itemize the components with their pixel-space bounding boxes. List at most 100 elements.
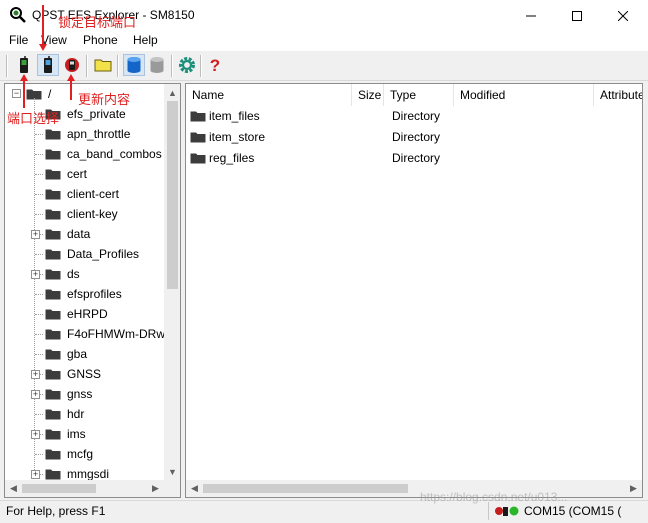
tree-item[interactable]: client-cert (5, 184, 164, 204)
folder-icon (45, 229, 61, 240)
tree-label: efs_private (67, 107, 126, 121)
status-port-text: COM15 (COM15 ( (524, 504, 622, 518)
expand-icon[interactable]: + (31, 470, 40, 479)
tree-item[interactable]: F4oFHMWm-DRw (5, 324, 165, 344)
open-folder-button[interactable] (92, 54, 114, 76)
settings-gear-icon (179, 57, 195, 73)
tree-item[interactable]: hdr (5, 404, 164, 424)
maximize-button[interactable] (554, 0, 600, 31)
tree-horizontal-scrollbar[interactable]: ◀ ▶ (5, 480, 164, 497)
scroll-left-arrow-icon[interactable]: ◀ (5, 480, 22, 497)
tree-label: / (48, 87, 52, 101)
folder-icon (45, 309, 61, 320)
tree-item[interactable]: client-key (5, 204, 164, 224)
folder-icon (45, 169, 61, 180)
tree-item[interactable]: ca_band_combos (5, 144, 164, 164)
tree-vertical-scrollbar[interactable]: ▲ ▼ (164, 84, 180, 480)
scroll-left-arrow-icon[interactable]: ◀ (186, 480, 203, 497)
folder-icon (45, 409, 61, 420)
tree-branch-line (35, 134, 43, 135)
folder-icon (45, 329, 61, 340)
database-gray-icon (150, 57, 164, 73)
tree-item[interactable]: + ds (5, 264, 164, 284)
tree-item[interactable]: eHRPD (5, 304, 164, 324)
tree-item[interactable]: + data (5, 224, 164, 244)
tree-item[interactable]: + ims (5, 424, 164, 444)
tree-item[interactable]: gba (5, 344, 164, 364)
tree-scroll-thumb[interactable] (167, 101, 178, 289)
collapse-icon[interactable]: − (12, 89, 21, 98)
tree-item[interactable]: efsprofiles (5, 284, 164, 304)
tree-item[interactable]: mcfg (5, 444, 164, 464)
expand-icon[interactable]: + (31, 390, 40, 399)
close-button[interactable] (600, 0, 646, 31)
column-modified[interactable]: Modified (454, 84, 594, 106)
menu-phone[interactable]: Phone (83, 33, 118, 47)
tree-branch-line (35, 174, 43, 175)
list-horizontal-scrollbar[interactable]: ◀ ▶ (186, 480, 642, 497)
database-button[interactable] (123, 54, 145, 76)
tree-branch-line (35, 154, 43, 155)
list-cell-name: item_store (209, 130, 266, 144)
tree-item[interactable]: apn_throttle (5, 124, 164, 144)
tree-branch-line (35, 414, 43, 415)
menu-help[interactable]: Help (133, 33, 158, 47)
lock-port-button[interactable] (37, 54, 59, 76)
settings-button[interactable] (176, 54, 198, 76)
list-cell-type: Directory (392, 151, 441, 165)
column-size[interactable]: Size (352, 84, 384, 106)
tree-branch-line (35, 314, 43, 315)
folder-icon (45, 189, 61, 200)
tree-label: ca_band_combos (67, 147, 162, 161)
scroll-right-arrow-icon[interactable]: ▶ (625, 480, 642, 497)
list-hscroll-thumb[interactable] (203, 484, 408, 493)
annotation-arrow (42, 5, 44, 45)
close-icon (618, 10, 628, 21)
refresh-button[interactable] (61, 54, 83, 76)
column-name[interactable]: Name (186, 84, 352, 106)
list-row[interactable]: item_files Directory (186, 106, 642, 126)
list-row[interactable]: item_store Directory (186, 127, 642, 147)
folder-icon (45, 129, 61, 140)
column-attributes[interactable]: Attributes (594, 84, 642, 106)
tree-branch-line (35, 294, 43, 295)
folder-icon (190, 153, 206, 164)
menu-file[interactable]: File (9, 33, 28, 47)
folder-tree[interactable]: − / efs_private apn_throttle ca_band_combosc… (4, 83, 181, 498)
file-list[interactable]: Name Size Type Modified Attributes item_… (185, 83, 643, 498)
scroll-up-arrow-icon[interactable]: ▲ (164, 84, 180, 101)
folder-icon (190, 111, 206, 122)
app-icon (10, 7, 26, 23)
tree-item[interactable]: + gnss (5, 384, 164, 404)
expand-icon[interactable]: + (31, 230, 40, 239)
folder-icon (45, 449, 61, 460)
expand-icon[interactable]: + (31, 430, 40, 439)
column-type[interactable]: Type (384, 84, 454, 106)
scroll-down-arrow-icon[interactable]: ▼ (164, 463, 180, 480)
annotation-lock-port: 锁定目标端口 (58, 16, 137, 31)
list-row[interactable]: reg_files Directory (186, 148, 642, 168)
tree-label: Data_Profiles (67, 247, 140, 261)
tree-hscroll-thumb[interactable] (22, 484, 96, 493)
tree-label: mcfg (67, 447, 94, 461)
annotation-arrowhead (39, 44, 47, 51)
tree-label: client-key (67, 207, 118, 221)
select-port-button[interactable] (13, 54, 35, 76)
tree-label: GNSS (67, 367, 102, 381)
tree-item[interactable]: + GNSS (5, 364, 164, 384)
expand-icon[interactable]: + (31, 270, 40, 279)
tree-item[interactable]: cert (5, 164, 164, 184)
phone-lock-icon (44, 56, 52, 73)
tree-item[interactable]: Data_Profiles (5, 244, 164, 264)
folder-icon (45, 349, 61, 360)
database-gray-button[interactable] (146, 54, 168, 76)
tree-label: ds (67, 267, 80, 281)
scroll-right-arrow-icon[interactable]: ▶ (147, 480, 164, 497)
tree-label: cert (67, 167, 88, 181)
tree-branch-line (35, 354, 43, 355)
expand-icon[interactable]: + (31, 370, 40, 379)
folder-icon (45, 209, 61, 220)
tree-branch-line (35, 214, 43, 215)
help-button[interactable]: ? (204, 54, 226, 76)
minimize-button[interactable] (508, 0, 554, 31)
